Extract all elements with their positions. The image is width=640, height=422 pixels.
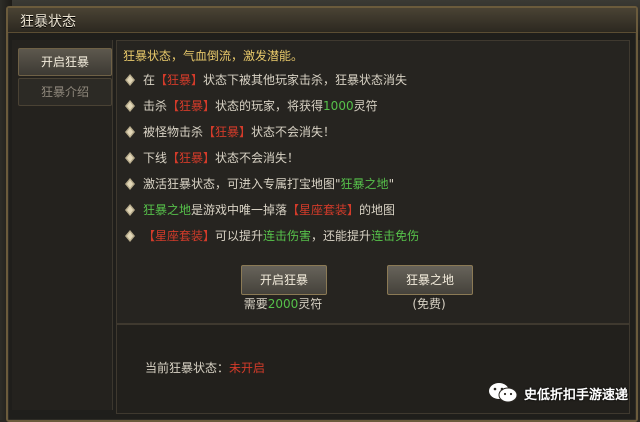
content-panel: 狂暴状态，气血倒流，激发潜能。 在【狂暴】 状态下被其他玩家击杀，狂暴状态消失 击杀… bbox=[116, 40, 630, 324]
bullet-icon bbox=[125, 74, 135, 86]
window-title: 狂暴状态 bbox=[20, 14, 76, 30]
rule-line: 在【狂暴】 状态下被其他玩家击杀，狂暴状态消失 bbox=[125, 71, 407, 89]
rule-text-segment: 击杀 bbox=[143, 99, 168, 113]
watermark-text: 史低折扣手游速递 bbox=[523, 387, 628, 403]
rule-text-segment: 状态的玩家，将获得 bbox=[215, 99, 324, 113]
bullet-icon bbox=[125, 204, 135, 216]
rule-text-segment: 是游戏中唯一掉落 bbox=[191, 203, 288, 217]
rule-text-segment: 【狂暴】 bbox=[167, 99, 216, 113]
rule-text-segment: 【狂暴】 bbox=[203, 125, 252, 139]
rule-text-segment: " bbox=[388, 177, 395, 191]
rule-line: 下线 【狂暴】 状态不会消失！ bbox=[125, 149, 299, 167]
wechat-icon bbox=[488, 382, 518, 404]
rule-text-segment: 可以提升 bbox=[215, 229, 264, 243]
bullet-icon bbox=[125, 126, 135, 138]
rule-text-segment: 的地图 bbox=[359, 203, 396, 217]
rule-text-segment: 连击免伤 bbox=[371, 229, 420, 243]
status-label: 当前狂暴状态： bbox=[145, 361, 230, 375]
rule-text-segment: 状态不会消失！ bbox=[215, 151, 300, 165]
cost-value: 2000 bbox=[267, 297, 299, 311]
tab-rage-intro[interactable]: 狂暴介绍 bbox=[18, 78, 112, 106]
rage-land-button[interactable]: 狂暴之地 bbox=[387, 265, 473, 295]
rule-text-segment: 激活狂暴状态，可进入专属打宝地图 bbox=[143, 177, 336, 191]
activate-cost-note: 需要2000灵符 bbox=[233, 295, 333, 312]
rule-line: 激活狂暴状态，可进入专属打宝地图 " 狂暴之地 " bbox=[125, 175, 394, 193]
rule-text-segment: 灵符 bbox=[353, 99, 378, 113]
cost-prefix: 需要 bbox=[243, 297, 268, 311]
status-value: 未开启 bbox=[229, 361, 266, 375]
sidebar: 开启狂暴 狂暴介绍 bbox=[12, 40, 113, 410]
rule-line: 狂暴之地 是游戏中唯一掉落 【星座套装】 的地图 bbox=[125, 201, 395, 219]
rule-text-segment: 下线 bbox=[143, 151, 168, 165]
rule-text-segment: 状态不会消失！ bbox=[251, 125, 336, 139]
rule-text-segment: 被怪物击杀 bbox=[143, 125, 204, 139]
rule-text-segment: 狂暴之地 bbox=[340, 177, 389, 191]
rule-text-segment: 【星座套装】 bbox=[143, 229, 216, 243]
rule-line: 击杀 【狂暴】 状态的玩家，将获得 1000 灵符 bbox=[125, 97, 378, 115]
rule-text-segment: ，还能提升 bbox=[311, 229, 372, 243]
rule-text-segment: 连击伤害 bbox=[263, 229, 312, 243]
rage-land-note: (免费) bbox=[412, 297, 446, 311]
status-line: 当前狂暴状态：未开启 bbox=[145, 359, 265, 376]
tab-activate-rage[interactable]: 开启狂暴 bbox=[18, 48, 112, 76]
rule-text-segment: 【狂暴】 bbox=[167, 151, 216, 165]
title-bar[interactable]: 狂暴状态 bbox=[8, 8, 636, 33]
rule-text-segment: 狂暴之地 bbox=[143, 203, 192, 217]
bullet-icon bbox=[125, 152, 135, 164]
rule-text-segment: 状态下被其他玩家击杀，狂暴状态消失 bbox=[203, 73, 408, 87]
bullet-icon bbox=[125, 178, 135, 190]
rule-text-segment: 【星座套装】 bbox=[287, 203, 360, 217]
intro-text: 狂暴状态，气血倒流，激发潜能。 bbox=[123, 49, 304, 63]
bullet-icon bbox=[125, 100, 135, 112]
rule-text-segment: 在 bbox=[143, 73, 156, 87]
rule-text-segment: 1000 bbox=[323, 99, 354, 113]
rule-text-segment: 【狂暴】 bbox=[155, 73, 204, 87]
rule-line: 被怪物击杀 【狂暴】 状态不会消失！ bbox=[125, 123, 335, 141]
activate-rage-button[interactable]: 开启狂暴 bbox=[241, 265, 327, 295]
cost-suffix: 灵符 bbox=[298, 297, 323, 311]
rule-line: 【星座套装】 可以提升 连击伤害 ，还能提升 连击免伤 bbox=[125, 227, 419, 245]
watermark: 史低折扣手游速递 bbox=[488, 382, 628, 404]
bullet-icon bbox=[125, 230, 135, 242]
